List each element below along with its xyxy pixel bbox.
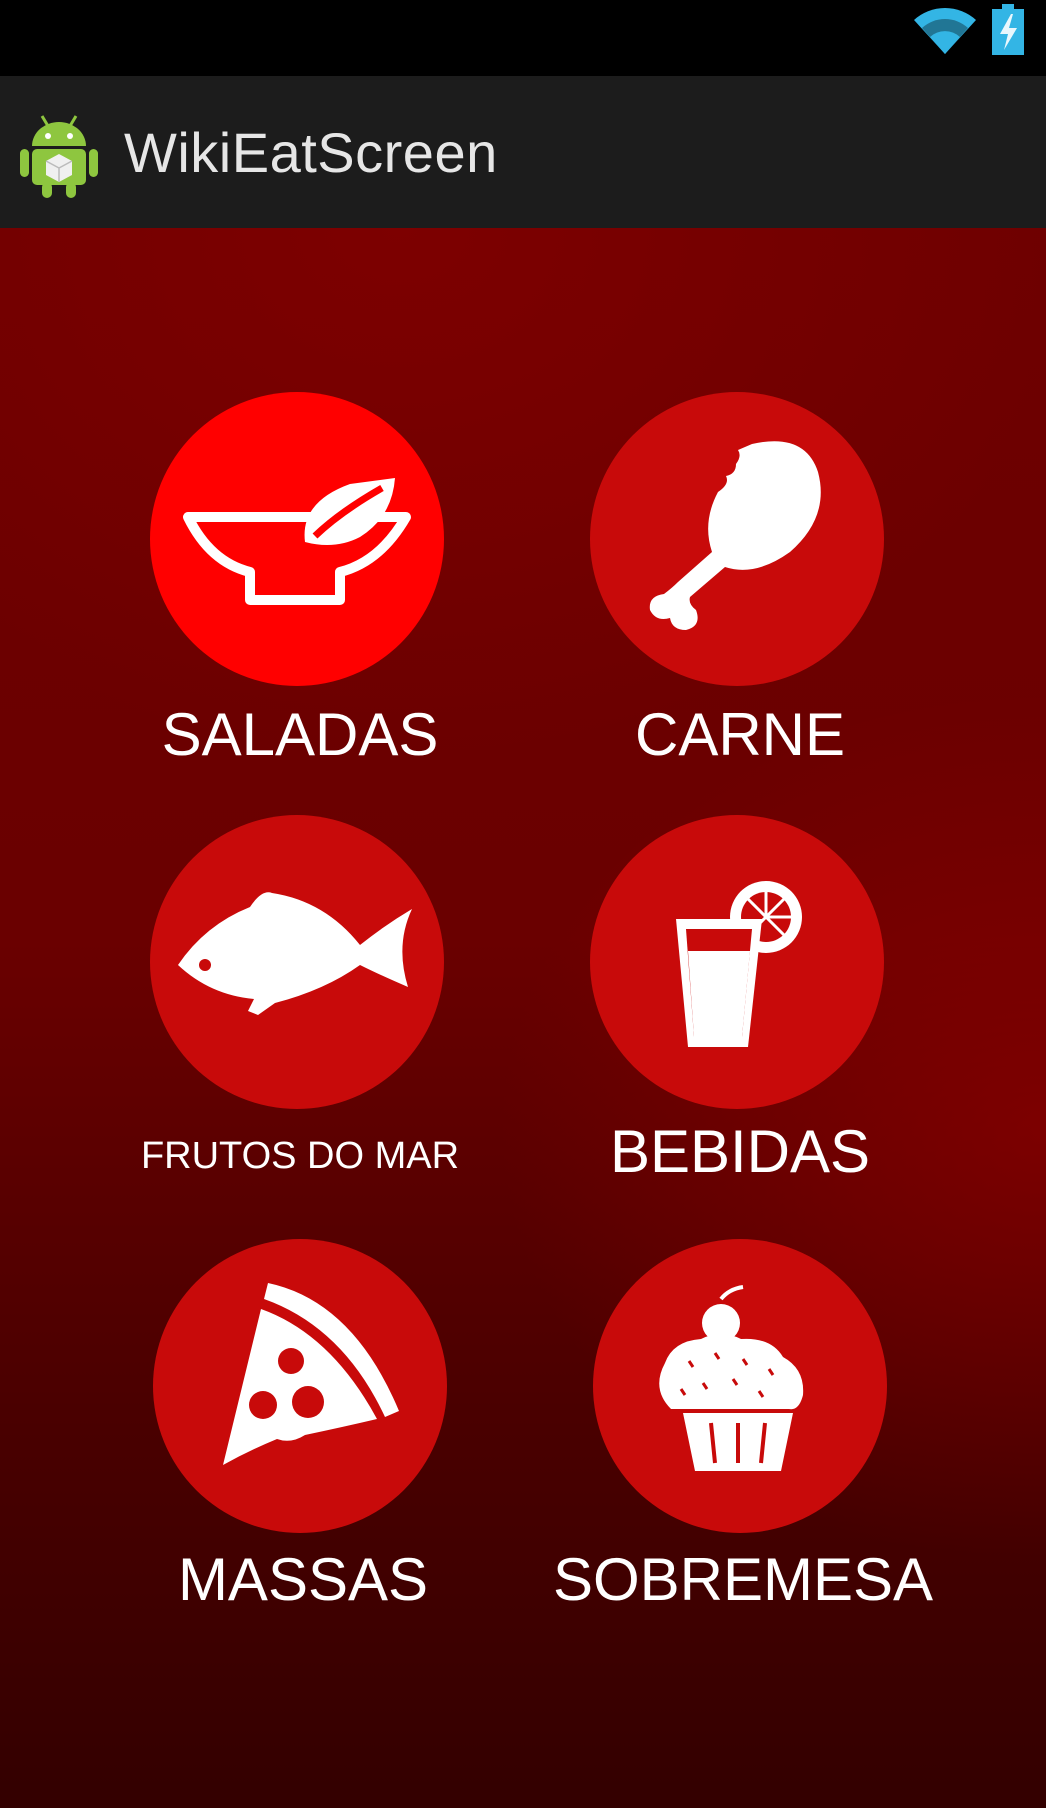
frutos-do-mar-button[interactable] <box>150 815 444 1109</box>
status-bar <box>0 0 1046 76</box>
cupcake-icon <box>659 1285 804 1471</box>
wifi-icon <box>914 7 976 54</box>
android-app-icon[interactable] <box>18 108 100 200</box>
drink-icon <box>676 881 802 1047</box>
bebidas-label: BEBIDAS <box>609 1118 871 1185</box>
carne-label: CARNE <box>634 701 846 768</box>
app-title: WikiEatScreen <box>124 121 498 184</box>
sobremesa-button[interactable] <box>593 1239 887 1533</box>
carne-button[interactable] <box>590 392 884 686</box>
massas-button[interactable] <box>153 1239 447 1533</box>
category-grid: SALADAS CARNE FRUTOS DO MAR BEBIDAS MASS… <box>0 228 1046 1808</box>
saladas-button[interactable] <box>150 392 444 686</box>
action-bar: WikiEatScreen <box>0 76 1046 229</box>
pizza-slice-icon <box>223 1283 399 1465</box>
sobremesa-label: SOBREMESA <box>552 1546 934 1613</box>
massas-label: MASSAS <box>177 1546 429 1613</box>
bebidas-button[interactable] <box>590 815 884 1109</box>
battery-charging-icon <box>992 4 1024 55</box>
fish-icon <box>178 892 412 1015</box>
frutos-do-mar-label: FRUTOS DO MAR <box>140 1135 460 1177</box>
salad-bowl-icon <box>183 478 411 605</box>
chicken-leg-icon <box>649 441 821 630</box>
saladas-label: SALADAS <box>161 701 439 768</box>
